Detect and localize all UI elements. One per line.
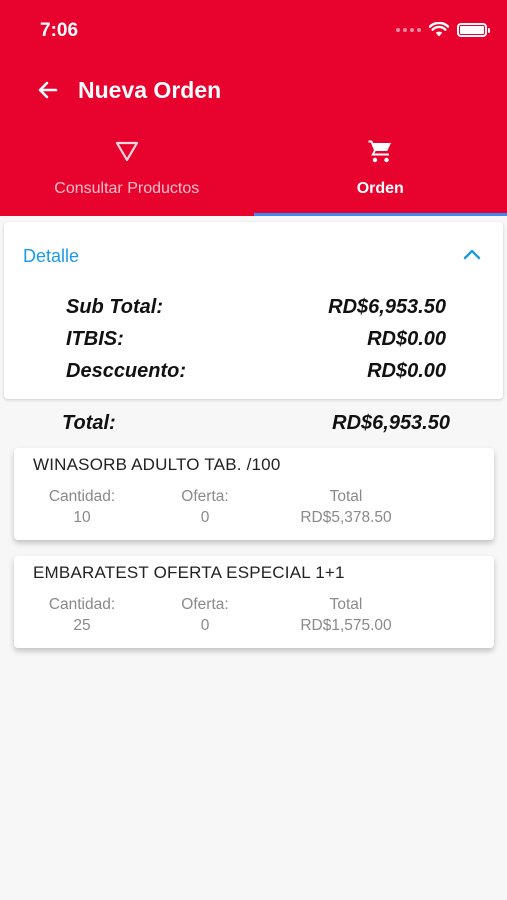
status-time: 7:06: [40, 20, 79, 41]
offer-label: Oferta:: [181, 488, 229, 505]
detail-toggle[interactable]: Detalle: [4, 222, 503, 288]
line-total-column: Total RD$5,378.50: [276, 486, 416, 528]
line-total-label: Total: [329, 596, 363, 613]
itbis-row: ITBIS: RD$0.00: [66, 328, 446, 358]
tab-indicator: [253, 213, 507, 216]
status-bar: 7:06: [0, 0, 507, 60]
tab-orden[interactable]: Orden: [253, 132, 507, 216]
tab-bar: Consultar Productos Orden: [0, 132, 507, 216]
subtotal-label: Sub Total:: [66, 296, 164, 318]
app-bar: Nueva Orden: [0, 70, 507, 110]
tab-consultar-productos[interactable]: Consultar Productos: [0, 132, 254, 216]
offer-value: 0: [200, 509, 210, 526]
offer-column: Oferta: 0: [155, 594, 255, 636]
offer-label: Oferta:: [181, 596, 229, 613]
total-row: Total: RD$6,953.50: [62, 412, 450, 442]
total-value: RD$6,953.50: [332, 412, 450, 434]
subtotal-row: Sub Total: RD$6,953.50: [66, 296, 446, 326]
line-total-label: Total: [329, 488, 363, 505]
wifi-icon: [429, 22, 449, 37]
line-total-value: RD$5,378.50: [300, 509, 392, 526]
filter-icon: [115, 141, 138, 162]
descuento-label: Desccuento:: [66, 360, 187, 382]
cart-icon: [368, 140, 392, 163]
line-total-value: RD$1,575.00: [300, 617, 392, 634]
detail-title: Detalle: [23, 246, 80, 266]
quantity-value: 25: [73, 617, 91, 634]
quantity-column: Cantidad: 25: [28, 594, 136, 636]
tab-label: Consultar Productos: [54, 180, 200, 197]
itbis-label: ITBIS:: [66, 328, 124, 350]
descuento-row: Desccuento: RD$0.00: [66, 360, 446, 390]
signal-icon: [396, 27, 421, 32]
detail-panel: Detalle Sub Total: RD$6,953.50 ITBIS: RD…: [4, 222, 503, 399]
header: 7:06 Nueva Orden Consultar Productos Ord…: [0, 0, 507, 216]
quantity-label: Cantidad:: [48, 596, 116, 613]
battery-icon: [457, 22, 490, 37]
product-name: EMBARATEST OFERTA ESPECIAL 1+1: [33, 563, 345, 582]
offer-column: Oferta: 0: [155, 486, 255, 528]
product-name: WINASORB ADULTO TAB. /100: [33, 455, 281, 474]
product-card[interactable]: WINASORB ADULTO TAB. /100 Cantidad: 10 O…: [14, 448, 494, 540]
descuento-value: RD$0.00: [367, 360, 446, 382]
arrow-left-icon: [38, 81, 58, 99]
offer-value: 0: [200, 617, 210, 634]
tab-label: Orden: [356, 180, 404, 197]
chevron-up-icon[interactable]: [463, 248, 481, 260]
quantity-column: Cantidad: 10: [28, 486, 136, 528]
quantity-label: Cantidad:: [48, 488, 116, 505]
back-button[interactable]: [34, 76, 62, 104]
itbis-value: RD$0.00: [367, 328, 446, 350]
total-label: Total:: [62, 412, 116, 434]
page-title: Nueva Orden: [78, 77, 222, 103]
quantity-value: 10: [73, 509, 91, 526]
product-card[interactable]: EMBARATEST OFERTA ESPECIAL 1+1 Cantidad:…: [14, 556, 494, 648]
status-icons: [396, 22, 490, 37]
subtotal-value: RD$6,953.50: [328, 296, 446, 318]
line-total-column: Total RD$1,575.00: [276, 594, 416, 636]
